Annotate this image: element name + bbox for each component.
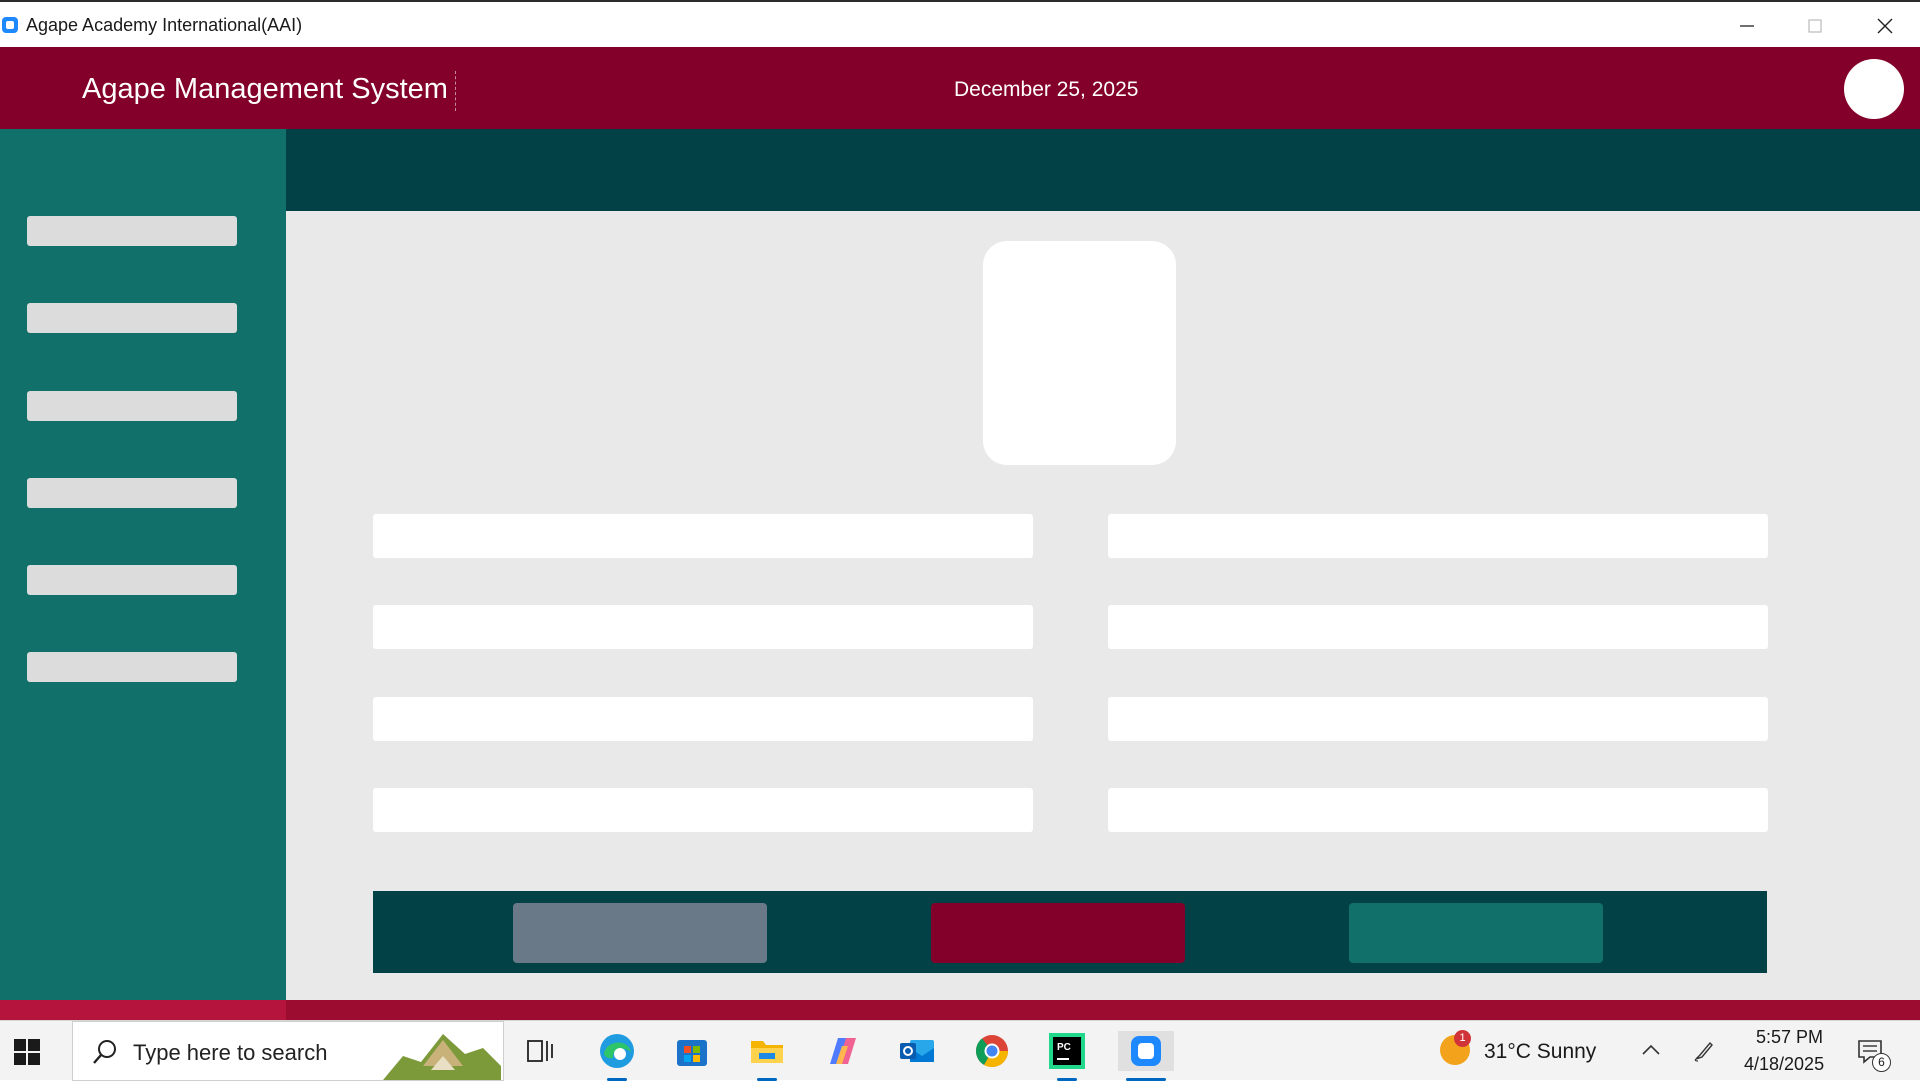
- chevron-up-icon[interactable]: [1640, 1039, 1662, 1061]
- app-title: Agape Management System: [82, 73, 448, 105]
- app-header: Agape Management System December 25, 202…: [0, 47, 1920, 129]
- svg-text:PC: PC: [1057, 1042, 1071, 1053]
- form-field-right-1[interactable]: [1108, 514, 1768, 558]
- sidebar-item-2[interactable]: [27, 303, 237, 333]
- taskbar-file-explorer[interactable]: [743, 1031, 791, 1081]
- weather-text[interactable]: 31°C Sunny: [1484, 1040, 1596, 1064]
- taskbar-store[interactable]: [668, 1031, 716, 1071]
- form-field-left-1[interactable]: [373, 514, 1033, 558]
- sidebar-item-5[interactable]: [27, 565, 237, 595]
- action-button-teal[interactable]: [1349, 903, 1603, 963]
- taskbar-search[interactable]: Type here to search: [72, 1021, 504, 1081]
- clock-time[interactable]: 5:57 PM: [1756, 1027, 1823, 1048]
- notification-count: 6: [1872, 1053, 1891, 1072]
- minimize-icon: [1740, 25, 1754, 27]
- task-view-icon: [527, 1040, 553, 1062]
- chrome-icon: [975, 1035, 1009, 1068]
- search-highlight-icon: [383, 1034, 501, 1080]
- sidebar-item-1[interactable]: [27, 216, 237, 246]
- store-icon: [677, 1040, 707, 1066]
- taskbar-active-app[interactable]: [1118, 1031, 1174, 1081]
- form-field-right-2[interactable]: [1108, 605, 1768, 649]
- search-icon: [93, 1040, 116, 1064]
- maximize-icon: [1808, 19, 1822, 33]
- maximize-button[interactable]: [1780, 4, 1850, 48]
- footer-strip-left: [0, 1000, 286, 1020]
- weather-badge: 1: [1454, 1030, 1471, 1047]
- form-field-left-2[interactable]: [373, 605, 1033, 649]
- main-content: [286, 211, 1920, 1000]
- taskbar-pycharm[interactable]: PC: [1043, 1031, 1091, 1081]
- sidebar-item-6[interactable]: [27, 652, 237, 682]
- taskbar-copilot[interactable]: [818, 1031, 866, 1071]
- sidebar-item-4[interactable]: [27, 478, 237, 508]
- form-field-left-3[interactable]: [373, 697, 1033, 741]
- sidebar-item-3[interactable]: [27, 391, 237, 421]
- clock-date[interactable]: 4/18/2025: [1744, 1054, 1824, 1075]
- minimize-button[interactable]: [1712, 4, 1782, 48]
- form-field-right-4[interactable]: [1108, 788, 1768, 832]
- taskbar-task-view[interactable]: [516, 1031, 564, 1071]
- file-explorer-icon: [751, 1041, 783, 1063]
- taskbar-chrome[interactable]: [968, 1031, 1016, 1071]
- action-bar: [373, 891, 1767, 973]
- app-icon: [1131, 1036, 1161, 1066]
- profile-avatar[interactable]: [1844, 59, 1904, 119]
- content-topbar: [286, 129, 1920, 211]
- close-icon: [1877, 18, 1893, 34]
- windows-logo-icon: [14, 1039, 26, 1051]
- close-button[interactable]: [1850, 4, 1920, 48]
- action-button-red[interactable]: [931, 903, 1185, 963]
- taskbar-outlook[interactable]: [893, 1031, 941, 1071]
- start-button[interactable]: [14, 1039, 40, 1065]
- profile-photo-card[interactable]: [983, 241, 1176, 465]
- header-date: December 25, 2025: [954, 78, 1139, 101]
- sidebar: [0, 129, 286, 1000]
- taskbar: Type here to search PC 1 31°C Sunny 5:57…: [0, 1020, 1920, 1081]
- footer-strip: [286, 1000, 1920, 1020]
- pen-icon[interactable]: [1692, 1039, 1716, 1063]
- copilot-icon: [830, 1038, 856, 1064]
- action-button-gray[interactable]: [513, 903, 767, 963]
- taskbar-edge[interactable]: [593, 1031, 641, 1081]
- app-icon: [2, 17, 18, 33]
- form-field-left-4[interactable]: [373, 788, 1033, 832]
- search-placeholder: Type here to search: [133, 1040, 328, 1065]
- window-title: Agape Academy International(AAI): [26, 15, 303, 35]
- outlook-icon: [900, 1040, 934, 1062]
- window-titlebar: Agape Academy International(AAI): [0, 0, 1920, 47]
- header-divider: [455, 71, 456, 111]
- pycharm-icon: PC: [1049, 1033, 1085, 1069]
- form-field-right-3[interactable]: [1108, 697, 1768, 741]
- edge-icon: [600, 1034, 634, 1068]
